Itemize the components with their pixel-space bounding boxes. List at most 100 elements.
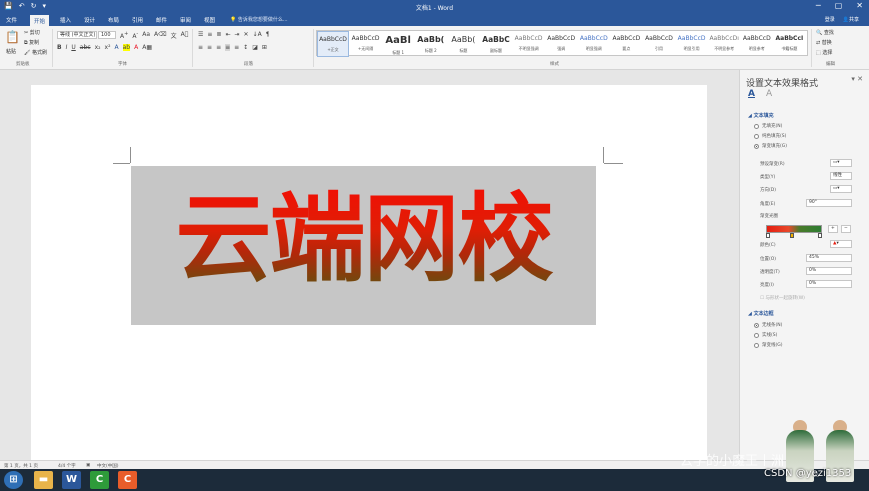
tab-file[interactable]: 文件 xyxy=(6,16,17,24)
text-fill-section[interactable]: ◢ 文本填充 xyxy=(748,112,774,119)
cut-button[interactable]: ✂ 剪切 xyxy=(24,29,40,36)
selected-text-box[interactable]: 云端网校 xyxy=(131,166,596,325)
style-item[interactable]: AaBbCcI 书籍标题 xyxy=(773,31,805,57)
bold-icon[interactable]: B xyxy=(57,44,62,51)
remove-stop-icon[interactable]: − xyxy=(841,225,851,233)
strikethrough-icon[interactable]: abc xyxy=(80,44,91,51)
style-item[interactable]: AaBbCcD 明显强调 xyxy=(578,31,610,57)
align-center-icon[interactable]: ≡ xyxy=(207,44,212,51)
style-item[interactable]: AaBbCcD 明显参考 xyxy=(741,31,773,57)
align-right-icon[interactable]: ≡ xyxy=(216,44,221,51)
shading-icon[interactable]: ◪ xyxy=(252,44,258,51)
highlight-icon[interactable]: ab xyxy=(122,44,131,51)
gradient-stop-handle[interactable] xyxy=(766,233,770,238)
style-item[interactable]: AaBl 标题 1 xyxy=(382,31,414,57)
shrink-font-icon[interactable]: A- xyxy=(132,31,138,40)
multilevel-icon[interactable]: ≣ xyxy=(216,31,221,38)
brightness-spinner[interactable]: 0% xyxy=(806,280,852,288)
maximize-button[interactable]: ▢ xyxy=(835,1,843,10)
find-button[interactable]: 🔍 查找 xyxy=(816,29,834,36)
style-item[interactable]: AaBb(标题 2 xyxy=(415,31,447,57)
style-item[interactable]: AaBbCcD 引用 xyxy=(643,31,675,57)
font-size-box[interactable]: 100 xyxy=(98,31,116,39)
tab-home[interactable]: 开始 xyxy=(30,15,50,26)
text-fill-outline-icon[interactable]: A xyxy=(748,89,755,99)
superscript-icon[interactable]: x² xyxy=(105,44,111,51)
tab-design[interactable]: 设计 xyxy=(84,16,95,24)
no-fill-option[interactable]: 无填充(N) xyxy=(754,123,782,129)
rotate-with-shape-checkbox[interactable]: ☐ 与形状一起旋转(W) xyxy=(760,295,805,301)
tab-insert[interactable]: 插入 xyxy=(60,16,71,24)
text-effects-icon[interactable]: A xyxy=(766,89,772,99)
login-link[interactable]: 登录 xyxy=(825,16,835,23)
tab-references[interactable]: 引用 xyxy=(132,16,143,24)
char-border-icon[interactable]: A⃞ xyxy=(181,31,189,40)
style-item[interactable]: AaBbCcD 要点 xyxy=(610,31,642,57)
preset-gradient-picker[interactable]: ▭▾ xyxy=(830,159,852,167)
minimize-button[interactable]: ─ xyxy=(816,1,821,10)
align-left-icon[interactable]: ≡ xyxy=(198,44,203,51)
sort-icon[interactable]: ↓A xyxy=(253,31,262,38)
tab-review[interactable]: 审阅 xyxy=(180,16,191,24)
solid-line-option[interactable]: 实线(S) xyxy=(754,332,777,338)
gradient-stop-handle[interactable] xyxy=(818,233,822,238)
justify-icon[interactable]: ≡ xyxy=(225,44,231,51)
select-button[interactable]: ⬚ 选择 xyxy=(816,49,832,56)
style-item[interactable]: AaBbC 副标题 xyxy=(480,31,512,57)
no-line-option[interactable]: 无线条(N) xyxy=(754,322,782,328)
gradient-text[interactable]: 云端网校 xyxy=(131,180,596,298)
position-spinner[interactable]: 45% xyxy=(806,254,852,262)
char-shading-icon[interactable]: A▦ xyxy=(142,44,152,51)
gradient-stops-bar[interactable] xyxy=(766,225,822,233)
tell-me-box[interactable]: 💡 告诉我您想要做什么... xyxy=(230,16,288,23)
font-color-icon[interactable]: A xyxy=(134,44,138,51)
font-name-box[interactable]: 等线 (中文正文) xyxy=(57,31,97,39)
clear-format-icon[interactable]: A⌫ xyxy=(154,31,167,40)
show-marks-icon[interactable]: ¶ xyxy=(266,31,270,38)
gradient-stop-handle[interactable] xyxy=(790,233,794,238)
format-painter-button[interactable]: 🖌 格式刷 xyxy=(24,49,47,56)
line-spacing-icon[interactable]: ↕ xyxy=(243,44,248,51)
paste-button[interactable]: 粘贴 xyxy=(6,48,16,55)
grow-font-icon[interactable]: A+ xyxy=(120,31,128,40)
chinese-layout-icon[interactable]: ✕ xyxy=(244,31,249,38)
style-item[interactable]: AaBbCcD +正文 xyxy=(317,31,349,57)
text-outline-section[interactable]: ◢ 文本边框 xyxy=(748,310,774,317)
close-button[interactable]: ✕ xyxy=(856,1,863,10)
distribute-icon[interactable]: ≡ xyxy=(234,44,239,51)
change-case-icon[interactable]: Aa xyxy=(142,31,150,40)
type-select[interactable]: 线性 xyxy=(830,172,852,180)
proofing-icon[interactable]: ▣ xyxy=(86,463,90,468)
pane-close-icon[interactable]: ▾ ✕ xyxy=(851,75,863,83)
solid-fill-option[interactable]: 纯色填充(S) xyxy=(754,133,786,139)
subscript-icon[interactable]: x₂ xyxy=(95,44,101,51)
replace-button[interactable]: ⇄ 替换 xyxy=(816,39,832,46)
paste-icon[interactable]: 📋 xyxy=(5,30,20,44)
tab-layout[interactable]: 布局 xyxy=(108,16,119,24)
camtasia-orange-icon[interactable]: C xyxy=(118,471,137,489)
gradient-fill-option[interactable]: 渐变填充(G) xyxy=(754,143,787,149)
tab-view[interactable]: 视图 xyxy=(204,16,215,24)
word-app-icon[interactable]: W xyxy=(62,471,81,489)
phonetic-icon[interactable]: 文 xyxy=(171,31,177,40)
color-picker[interactable]: ▲▾ xyxy=(830,240,852,248)
style-item[interactable]: AaBbCcD 不明显强调 xyxy=(513,31,545,57)
italic-icon[interactable]: I xyxy=(66,44,68,51)
style-item[interactable]: AaBbCcD 明显引用 xyxy=(676,31,708,57)
gradient-line-option[interactable]: 渐变线(G) xyxy=(754,342,783,348)
style-item[interactable]: AaBb(标题 xyxy=(447,31,479,57)
borders-icon[interactable]: ⊞ xyxy=(262,44,267,51)
transparency-spinner[interactable]: 0% xyxy=(806,267,852,275)
angle-spinner[interactable]: 90° xyxy=(806,199,852,207)
increase-indent-icon[interactable]: ⇥ xyxy=(234,31,239,38)
style-item[interactable]: AaBbCcDı 不明显参考 xyxy=(708,31,740,57)
text-effects-icon[interactable]: A xyxy=(115,44,119,51)
tab-mailings[interactable]: 邮件 xyxy=(156,16,167,24)
bullets-icon[interactable]: ☰ xyxy=(198,31,203,38)
style-item[interactable]: AaBbCcD 强调 xyxy=(545,31,577,57)
style-item[interactable]: AaBbCcD +无间隔 xyxy=(350,31,382,57)
camtasia-green-icon[interactable]: C xyxy=(90,471,109,489)
numbering-icon[interactable]: ≡ xyxy=(207,31,212,38)
add-stop-icon[interactable]: + xyxy=(828,225,838,233)
copy-button[interactable]: ⧉ 复制 xyxy=(24,39,39,46)
